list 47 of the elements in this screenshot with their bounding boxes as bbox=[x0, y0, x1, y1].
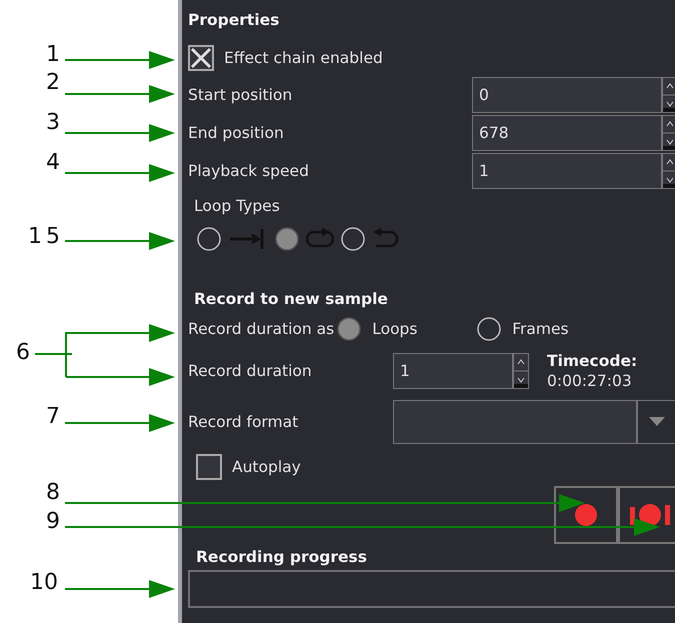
callout-number: 5 bbox=[46, 224, 60, 250]
spin-buttons[interactable] bbox=[513, 353, 529, 389]
field-label: Record duration as bbox=[188, 320, 334, 338]
timecode-value: 0:00:27:03 bbox=[547, 371, 633, 391]
radio-label: Loops bbox=[372, 320, 418, 338]
field-label: Record format bbox=[188, 413, 300, 431]
callout-number: 3 bbox=[46, 110, 60, 136]
checkbox[interactable] bbox=[188, 45, 214, 71]
checkbox-label: Autoplay bbox=[232, 458, 301, 476]
format-dropdown[interactable] bbox=[393, 400, 637, 444]
record-icon bbox=[574, 503, 598, 527]
radio-button[interactable] bbox=[340, 226, 366, 252]
radio-button[interactable] bbox=[196, 226, 222, 252]
spin-buttons[interactable] bbox=[662, 153, 675, 189]
caret-icon bbox=[648, 417, 664, 427]
section-title: Record to new sample bbox=[194, 290, 388, 308]
callout-number: 1 bbox=[28, 224, 42, 250]
section-label: Loop Types bbox=[194, 197, 280, 215]
field-label: Playback speed bbox=[188, 162, 310, 180]
radio-label: Frames bbox=[512, 320, 569, 338]
section-title: Recording progress bbox=[196, 548, 367, 566]
checkbox[interactable] bbox=[196, 454, 222, 480]
record-between-bars-icon bbox=[630, 503, 670, 527]
checkbox-label: Effect chain enabled bbox=[224, 49, 383, 67]
radio-button[interactable] bbox=[336, 316, 362, 342]
spin-buttons[interactable] bbox=[662, 77, 675, 113]
radio-button[interactable] bbox=[274, 226, 300, 252]
callout-number: 10 bbox=[30, 570, 58, 596]
radio-button[interactable] bbox=[476, 316, 502, 342]
callout-number: 1 bbox=[46, 42, 60, 68]
spin-buttons[interactable] bbox=[662, 115, 675, 151]
callout-number: 8 bbox=[46, 480, 60, 506]
field-label: Start position bbox=[188, 86, 294, 104]
leader-line bbox=[34, 332, 73, 378]
spin-field[interactable]: 1 bbox=[393, 353, 513, 389]
record-between-button[interactable] bbox=[618, 486, 675, 544]
callout-number: 2 bbox=[46, 70, 60, 96]
callout-number: 9 bbox=[46, 509, 60, 535]
callout-number: 4 bbox=[46, 150, 60, 176]
field-label: Record duration bbox=[188, 362, 313, 380]
timecode-label: Timecode: bbox=[547, 351, 638, 371]
callout-number: 6 bbox=[16, 340, 30, 366]
dropdown-button[interactable] bbox=[637, 400, 675, 444]
field-label: End position bbox=[188, 124, 285, 142]
callout-number: 7 bbox=[46, 404, 60, 430]
record-button[interactable] bbox=[554, 486, 618, 544]
section-title: Properties bbox=[188, 11, 280, 29]
